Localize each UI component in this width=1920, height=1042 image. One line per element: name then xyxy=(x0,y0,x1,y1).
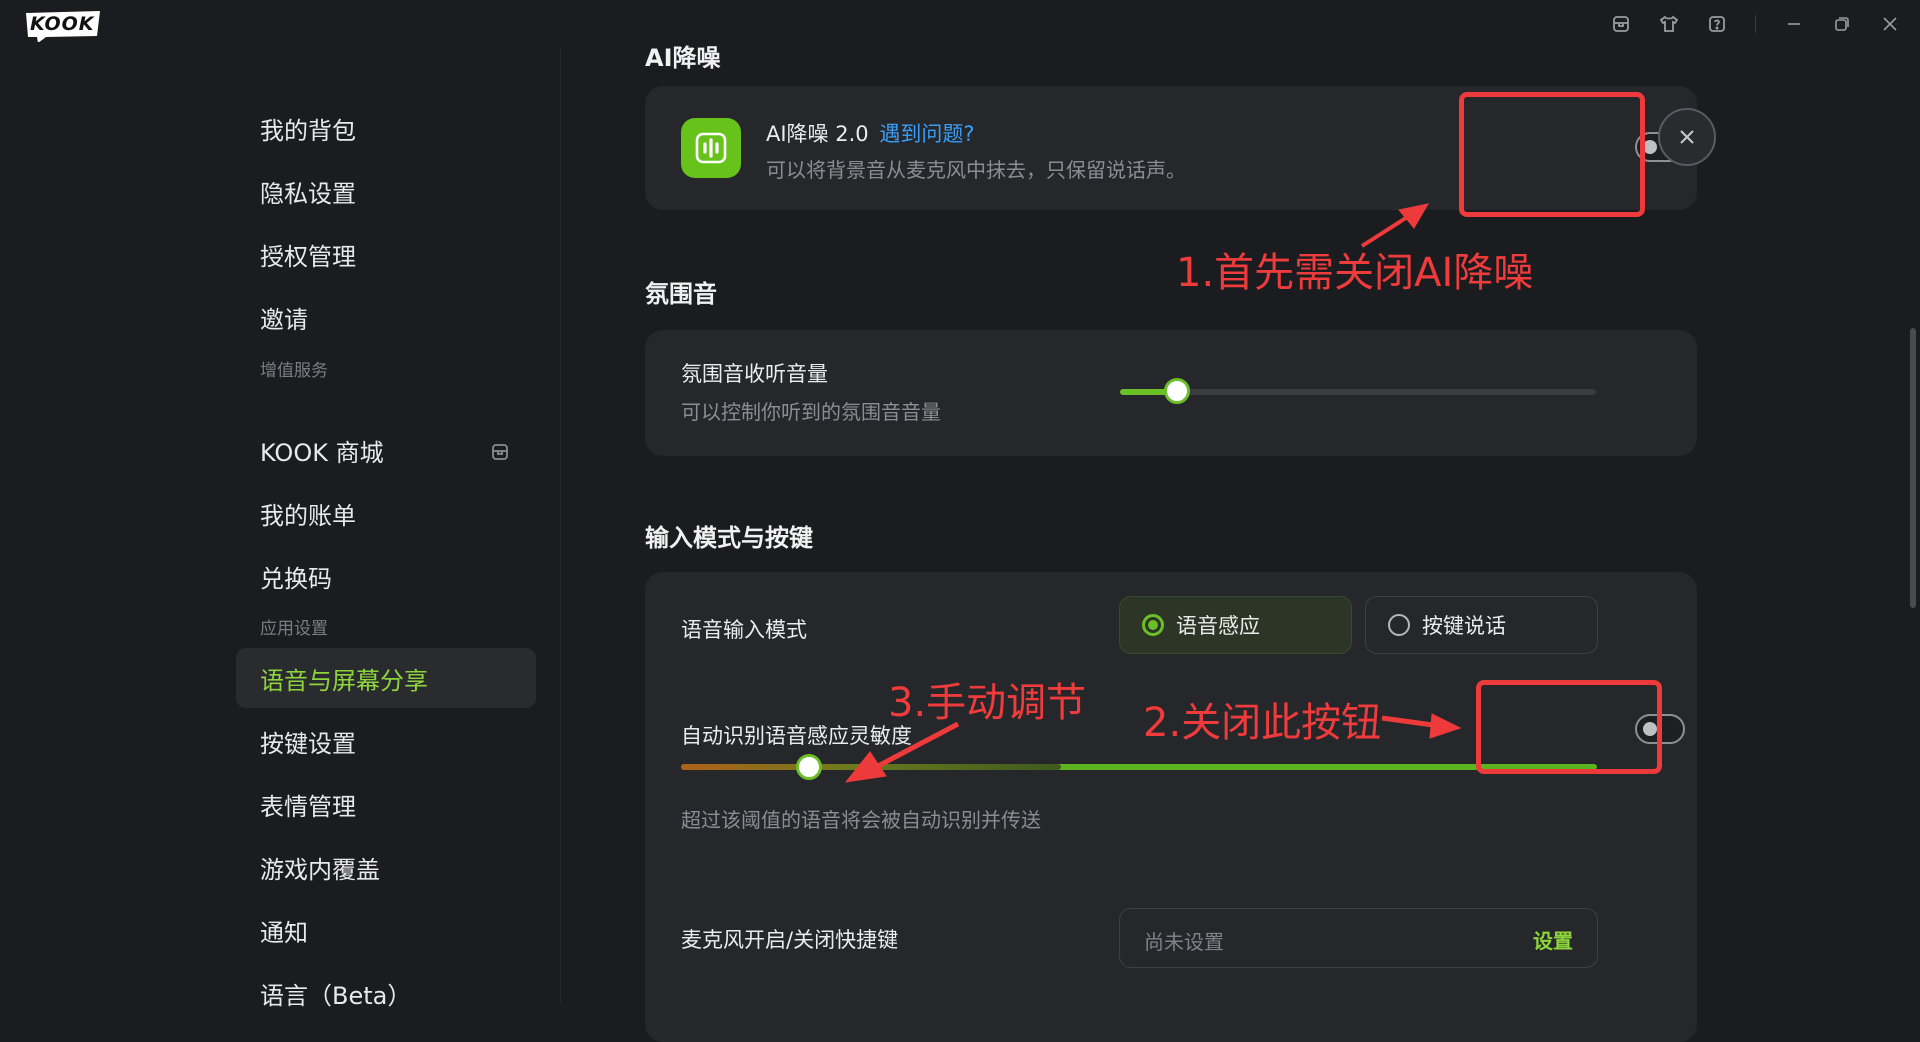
ai-noise-icon xyxy=(681,118,741,178)
input-mode-section-title: 输入模式与按键 xyxy=(645,524,813,552)
sidebar-item-label: 我的账单 xyxy=(260,501,356,530)
sidebar-item-notifications[interactable]: 通知 xyxy=(236,900,536,960)
ai-noise-title: AI降噪 2.0 xyxy=(766,122,869,146)
sidebar-item-label: 游戏内覆盖 xyxy=(260,855,380,884)
threshold-description: 超过该阈值的语音将会被自动识别并传送 xyxy=(681,808,1041,832)
sidebar-item-invite[interactable]: 邀请 xyxy=(236,287,536,347)
shirt-icon[interactable] xyxy=(1645,0,1693,48)
sensitivity-slider[interactable] xyxy=(681,752,1597,782)
mic-hotkey-placeholder: 尚未设置 xyxy=(1144,930,1224,954)
radio-selected-icon xyxy=(1142,614,1164,636)
input-mode-card: 语音输入模式 语音感应 按键说话 自动识别语音感应灵敏度 超过该阈值的语音将会被… xyxy=(645,572,1697,1042)
ambient-volume-description: 可以控制你听到的氛围音音量 xyxy=(681,400,941,424)
sidebar-item-game-overlay[interactable]: 游戏内覆盖 xyxy=(236,837,536,897)
title-bar: KOOK xyxy=(0,0,1920,48)
mic-hotkey-label: 麦克风开启/关闭快捷键 xyxy=(681,928,899,952)
content-scrollbar[interactable] xyxy=(1906,48,1920,1004)
restore-icon[interactable] xyxy=(1818,0,1866,48)
sensitivity-low-zone xyxy=(681,764,1061,770)
close-settings-button[interactable] xyxy=(1658,108,1716,166)
mic-hotkey-set-button[interactable]: 设置 xyxy=(1533,925,1573,954)
close-icon[interactable] xyxy=(1866,0,1914,48)
sidebar-item-bills[interactable]: 我的账单 xyxy=(236,483,536,543)
store-icon xyxy=(490,440,510,468)
sidebar-item-label: 隐私设置 xyxy=(260,179,356,208)
sidebar-item-label: 按键设置 xyxy=(260,729,356,758)
sidebar-item-authorization[interactable]: 授权管理 xyxy=(236,224,536,284)
sensitivity-thumb[interactable] xyxy=(796,754,823,780)
minimize-icon[interactable] xyxy=(1770,0,1818,48)
sidebar-item-label: 邀请 xyxy=(260,305,308,334)
sidebar-item-store[interactable]: KOOK 商城 xyxy=(236,420,536,480)
sidebar-item-privacy[interactable]: 隐私设置 xyxy=(236,161,536,221)
sidebar-item-label: 我的背包 xyxy=(260,116,356,145)
ambient-card: 氛围音收听音量 可以控制你听到的氛围音音量 xyxy=(645,330,1697,456)
annotation-step2: 2.关闭此按钮 xyxy=(1143,700,1382,746)
ambient-volume-label: 氛围音收听音量 xyxy=(681,362,828,386)
scrollbar-thumb[interactable] xyxy=(1910,328,1916,608)
annotation-box-ai-toggle xyxy=(1459,92,1645,217)
sidebar-item-label: 授权管理 xyxy=(260,242,356,271)
ambient-slider-thumb[interactable] xyxy=(1164,378,1191,404)
close-icon xyxy=(1680,130,1694,144)
radio-unselected-icon xyxy=(1388,614,1410,636)
sidebar-item-label: 语音与屏幕分享 xyxy=(260,666,428,695)
logo-text: KOOK xyxy=(30,13,95,35)
annotation-box-auto-toggle xyxy=(1476,680,1662,774)
ai-noise-help-link[interactable]: 遇到问题? xyxy=(879,122,974,146)
settings-content: AI降噪 AI降噪 2.0 遇到问题? 可以将背景音从麦克风中抹去，只保留说话声… xyxy=(561,44,1920,1042)
annotation-step1: 1.首先需关闭AI降噪 xyxy=(1176,250,1534,296)
kook-logo: KOOK xyxy=(24,10,102,43)
sidebar-item-voice-screen-share[interactable]: 语音与屏幕分享 xyxy=(236,648,536,708)
sidebar-item-label: 表情管理 xyxy=(260,792,356,821)
sidebar-item-label: 通知 xyxy=(260,918,308,947)
titlebar-separator xyxy=(1755,15,1756,33)
sidebar-item-emoji-management[interactable]: 表情管理 xyxy=(236,774,536,834)
sidebar-item-backpack[interactable]: 我的背包 xyxy=(236,98,536,158)
ambient-section-title: 氛围音 xyxy=(645,280,717,308)
sidebar-group-app-settings: 应用设置 xyxy=(260,619,328,639)
radio-push-to-talk-label: 按键说话 xyxy=(1422,614,1506,638)
radio-push-to-talk[interactable]: 按键说话 xyxy=(1365,596,1598,654)
sidebar-group-value-added: 增值服务 xyxy=(260,361,328,381)
sidebar-item-label: KOOK 商城 xyxy=(260,438,384,467)
radio-voice-activation[interactable]: 语音感应 xyxy=(1119,596,1352,654)
mic-hotkey-field[interactable]: 尚未设置 设置 xyxy=(1119,908,1598,968)
sidebar-item-label: 语言（Beta） xyxy=(260,981,412,1010)
voice-input-mode-label: 语音输入模式 xyxy=(681,618,807,642)
sidebar-item-key-settings[interactable]: 按键设置 xyxy=(236,711,536,771)
annotation-step3: 3.手动调节 xyxy=(888,680,1087,726)
sidebar-item-language[interactable]: 语言（Beta） xyxy=(236,963,536,1023)
radio-voice-activation-label: 语音感应 xyxy=(1176,614,1260,638)
settings-sidebar: 我的背包 隐私设置 授权管理 邀请 增值服务 KOOK 商城 我的账单 兑换码 … xyxy=(0,48,560,1010)
sidebar-item-label: 兑换码 xyxy=(260,564,332,593)
ambient-slider-track xyxy=(1120,389,1596,395)
ai-noise-title-row: AI降噪 2.0 遇到问题? xyxy=(766,118,974,148)
store-icon[interactable] xyxy=(1597,0,1645,48)
help-icon[interactable] xyxy=(1693,0,1741,48)
ai-noise-description: 可以将背景音从麦克风中抹去，只保留说话声。 xyxy=(766,158,1186,182)
ai-section-title: AI降噪 xyxy=(645,44,721,72)
auto-sensitivity-label: 自动识别语音感应灵敏度 xyxy=(681,724,912,748)
ambient-volume-slider[interactable] xyxy=(1120,378,1596,404)
sidebar-item-redeem-code[interactable]: 兑换码 xyxy=(236,546,536,606)
